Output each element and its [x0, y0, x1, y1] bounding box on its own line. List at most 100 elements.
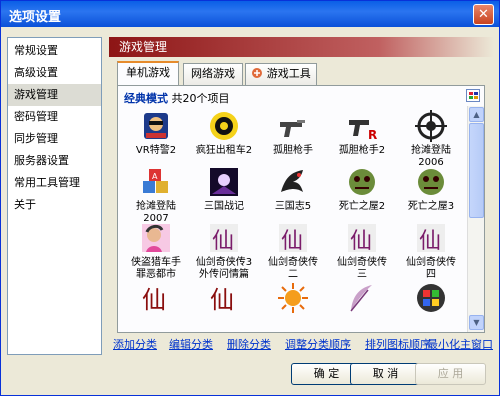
view-mode-icon[interactable] [466, 89, 480, 102]
sidebar: 常规设置 高级设置 游戏管理 密码管理 同步管理 服务器设置 常用工具管理 关于 [7, 37, 102, 355]
game-label: VR特警2 [135, 145, 177, 156]
sun-icon [278, 283, 308, 313]
sidebar-item[interactable]: 同步管理 [8, 128, 101, 150]
game-label: 仙剑奇侠传 三 [337, 257, 387, 280]
game-label: 孤胆枪手2 [338, 145, 386, 156]
xianjian-icon: 仙 [417, 224, 445, 254]
scroll-up-icon[interactable]: ▲ [469, 107, 484, 122]
tab-content: 经典模式 共20个项目 VR特警2 疯狂出租车2 孤胆枪手 R 孤胆枪手2 抢滩登陆 20… [117, 85, 485, 333]
game-item[interactable]: 疯狂出租车2 [190, 110, 258, 157]
game-item[interactable]: 侠盗猎车手 罪恶都市 [122, 222, 190, 281]
mode-bar: 经典模式 共20个项目 [124, 90, 230, 106]
game-management-panel: 游戏管理 单机游戏 网络游戏 游戏工具 经典模式 共20个项目 VR特警2 疯狂出… [109, 37, 494, 355]
game-label: 仙剑奇侠传 二 [268, 257, 318, 280]
tab-game-tools[interactable]: 游戏工具 [245, 63, 317, 85]
dragon-icon [281, 170, 303, 192]
svg-text:仙: 仙 [210, 286, 234, 314]
item-count: 共20个项目 [171, 92, 230, 105]
options-dialog: 选项设置 ✕ 常规设置 高级设置 游戏管理 密码管理 同步管理 服务器设置 常用工具管理 关于… [0, 0, 500, 396]
sidebar-item[interactable]: 密码管理 [8, 106, 101, 128]
pistol-icon [280, 120, 305, 137]
apply-button[interactable]: 应 用 [415, 363, 486, 385]
game-label: 侠盗猎车手 罪恶都市 [131, 257, 181, 280]
taxi-icon [210, 112, 238, 140]
game-label: 三国战记 [204, 201, 244, 212]
svg-text:仙: 仙 [350, 229, 372, 254]
arrange-icons-link[interactable]: 排列图标顺序 [365, 336, 431, 352]
game-item[interactable] [328, 282, 396, 317]
sidebar-item[interactable]: 游戏管理 [8, 84, 101, 106]
sidebar-item[interactable]: 常用工具管理 [8, 172, 101, 194]
game-item[interactable]: 死亡之屋2 [328, 166, 396, 213]
game-item[interactable]: 死亡之屋3 [397, 166, 465, 213]
tab-single-player[interactable]: 单机游戏 [117, 61, 179, 86]
game-item[interactable] [397, 282, 465, 317]
xian-calligraphy-icon: 仙 [210, 286, 234, 314]
game-label: 疯狂出租车2 [195, 145, 253, 156]
cancel-button[interactable]: 取 消 [350, 363, 421, 385]
game-item[interactable]: 孤胆枪手 [259, 110, 327, 157]
game-label: 仙剑奇侠传3 外传问情篇 [195, 257, 253, 280]
zombie-icon [418, 169, 444, 195]
zombie-icon [349, 169, 375, 195]
edit-category-link[interactable]: 编辑分类 [169, 336, 213, 352]
blocks-icon: A [143, 169, 168, 193]
sidebar-item[interactable]: 高级设置 [8, 62, 101, 84]
xianjian-icon: 仙 [210, 224, 238, 254]
game-item[interactable]: 仙 [190, 282, 258, 317]
crosshair-icon [415, 110, 447, 142]
game-item[interactable]: 仙仙剑奇侠传 二 [259, 222, 327, 281]
tab-label: 游戏工具 [266, 67, 311, 80]
close-button[interactable]: ✕ [473, 4, 494, 25]
game-label: 仙剑奇侠传 四 [406, 257, 456, 280]
title-bar[interactable]: 选项设置 ✕ [1, 1, 499, 27]
pistol-r-icon: R [349, 120, 377, 142]
feather-icon [350, 285, 372, 312]
sanguo-icon [210, 168, 238, 196]
window-title: 选项设置 [9, 10, 62, 25]
game-label: 死亡之屋2 [338, 201, 386, 212]
close-icon: ✕ [478, 7, 489, 22]
delete-category-link[interactable]: 删除分类 [227, 336, 271, 352]
game-grid: VR特警2 疯狂出租车2 孤胆枪手 R 孤胆枪手2 抢滩登陆 2006 A 抢滩登陆 2007… [122, 108, 465, 328]
game-item[interactable]: A 抢滩登陆 2007 [122, 166, 190, 225]
windows-icon [417, 284, 445, 312]
svg-text:R: R [368, 128, 377, 142]
add-category-link[interactable]: 添加分类 [113, 336, 157, 352]
game-label: 三国志5 [274, 201, 312, 212]
game-item[interactable] [259, 282, 327, 317]
game-item[interactable]: 仙仙剑奇侠传 三 [328, 222, 396, 281]
panel-header: 游戏管理 [109, 37, 494, 57]
game-item[interactable]: 仙仙剑奇侠传 四 [397, 222, 465, 281]
scroll-down-icon[interactable]: ▼ [469, 315, 484, 330]
svg-text:仙: 仙 [281, 229, 303, 254]
game-item[interactable]: 三国战记 [190, 166, 258, 213]
minimize-main-window-link[interactable]: 最小化主窗口 [427, 336, 493, 352]
sidebar-item[interactable]: 关于 [8, 194, 101, 216]
vertical-scrollbar[interactable]: ▲ ▼ [467, 106, 484, 332]
game-label: 孤胆枪手 [273, 145, 313, 156]
game-item[interactable]: 抢滩登陆 2006 [397, 110, 465, 169]
tab-label: 网络游戏 [191, 67, 235, 80]
gta-icon [142, 224, 170, 252]
scroll-thumb[interactable] [469, 123, 484, 218]
game-item[interactable]: 三国志5 [259, 166, 327, 213]
svg-text:仙: 仙 [212, 229, 234, 254]
xianjian-icon: 仙 [348, 224, 376, 254]
tab-label: 单机游戏 [126, 66, 170, 79]
game-item[interactable]: VR特警2 [122, 110, 190, 157]
game-item[interactable]: 仙 [122, 282, 190, 317]
svg-text:仙: 仙 [419, 229, 441, 254]
mode-label[interactable]: 经典模式 [124, 92, 168, 105]
tools-icon [252, 68, 263, 78]
game-item[interactable]: 仙仙剑奇侠传3 外传问情篇 [190, 222, 258, 281]
sidebar-item[interactable]: 常规设置 [8, 40, 101, 62]
tab-online-games[interactable]: 网络游戏 [183, 63, 243, 85]
svg-text:A: A [152, 172, 158, 181]
svg-text:仙: 仙 [142, 286, 166, 314]
game-item[interactable]: R 孤胆枪手2 [328, 110, 396, 157]
reorder-category-link[interactable]: 调整分类顺序 [285, 336, 351, 352]
sidebar-item[interactable]: 服务器设置 [8, 150, 101, 172]
xian-calligraphy-icon: 仙 [142, 286, 166, 314]
game-label: 死亡之屋3 [407, 201, 455, 212]
